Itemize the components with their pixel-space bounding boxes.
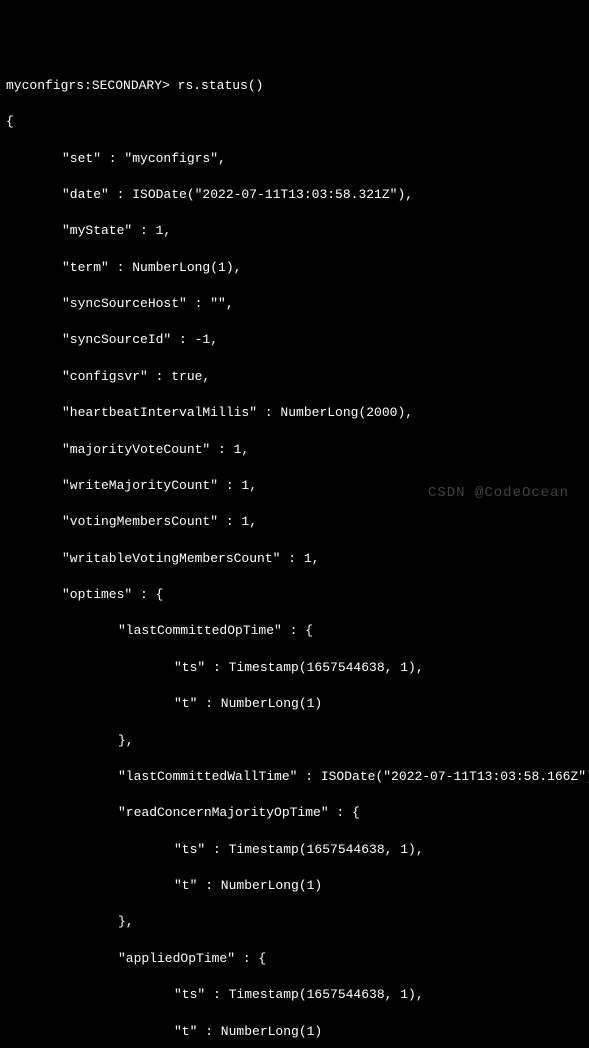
command[interactable]: rs.status() [178,78,264,93]
field-votingmembers: "votingMembersCount" : 1, [6,513,583,531]
field-set: "set" : "myconfigrs", [6,150,583,168]
field-heartbeat: "heartbeatIntervalMillis" : NumberLong(2… [6,404,583,422]
field-appliedoptime-open: "appliedOpTime" : { [6,950,583,968]
prompt-line: myconfigrs:SECONDARY> rs.status() [6,77,583,95]
open-brace: { [6,113,583,131]
field-lco-t: "t" : NumberLong(1) [6,695,583,713]
field-optimes-open: "optimes" : { [6,586,583,604]
field-apo-ts: "ts" : Timestamp(1657544638, 1), [6,986,583,1004]
field-syncsourceid: "syncSourceId" : -1, [6,331,583,349]
watermark: CSDN @CodeOcean [428,484,569,504]
field-writablevoting: "writableVotingMembersCount" : 1, [6,550,583,568]
field-syncsourcehost: "syncSourceHost" : "", [6,295,583,313]
field-mystate: "myState" : 1, [6,222,583,240]
field-date: "date" : ISODate("2022-07-11T13:03:58.32… [6,186,583,204]
field-configsvr: "configsvr" : true, [6,368,583,386]
field-readconcern-open: "readConcernMajorityOpTime" : { [6,804,583,822]
prompt: myconfigrs:SECONDARY> [6,78,170,93]
field-rcm-t: "t" : NumberLong(1) [6,877,583,895]
close-lco: }, [6,732,583,750]
field-apo-t: "t" : NumberLong(1) [6,1023,583,1041]
field-lco-ts: "ts" : Timestamp(1657544638, 1), [6,659,583,677]
field-lastcommittedoptime-open: "lastCommittedOpTime" : { [6,622,583,640]
field-majorityvote: "majorityVoteCount" : 1, [6,441,583,459]
field-rcm-ts: "ts" : Timestamp(1657544638, 1), [6,841,583,859]
field-lastcommittedwalltime: "lastCommittedWallTime" : ISODate("2022-… [6,768,583,786]
field-term: "term" : NumberLong(1), [6,259,583,277]
close-rcm: }, [6,913,583,931]
